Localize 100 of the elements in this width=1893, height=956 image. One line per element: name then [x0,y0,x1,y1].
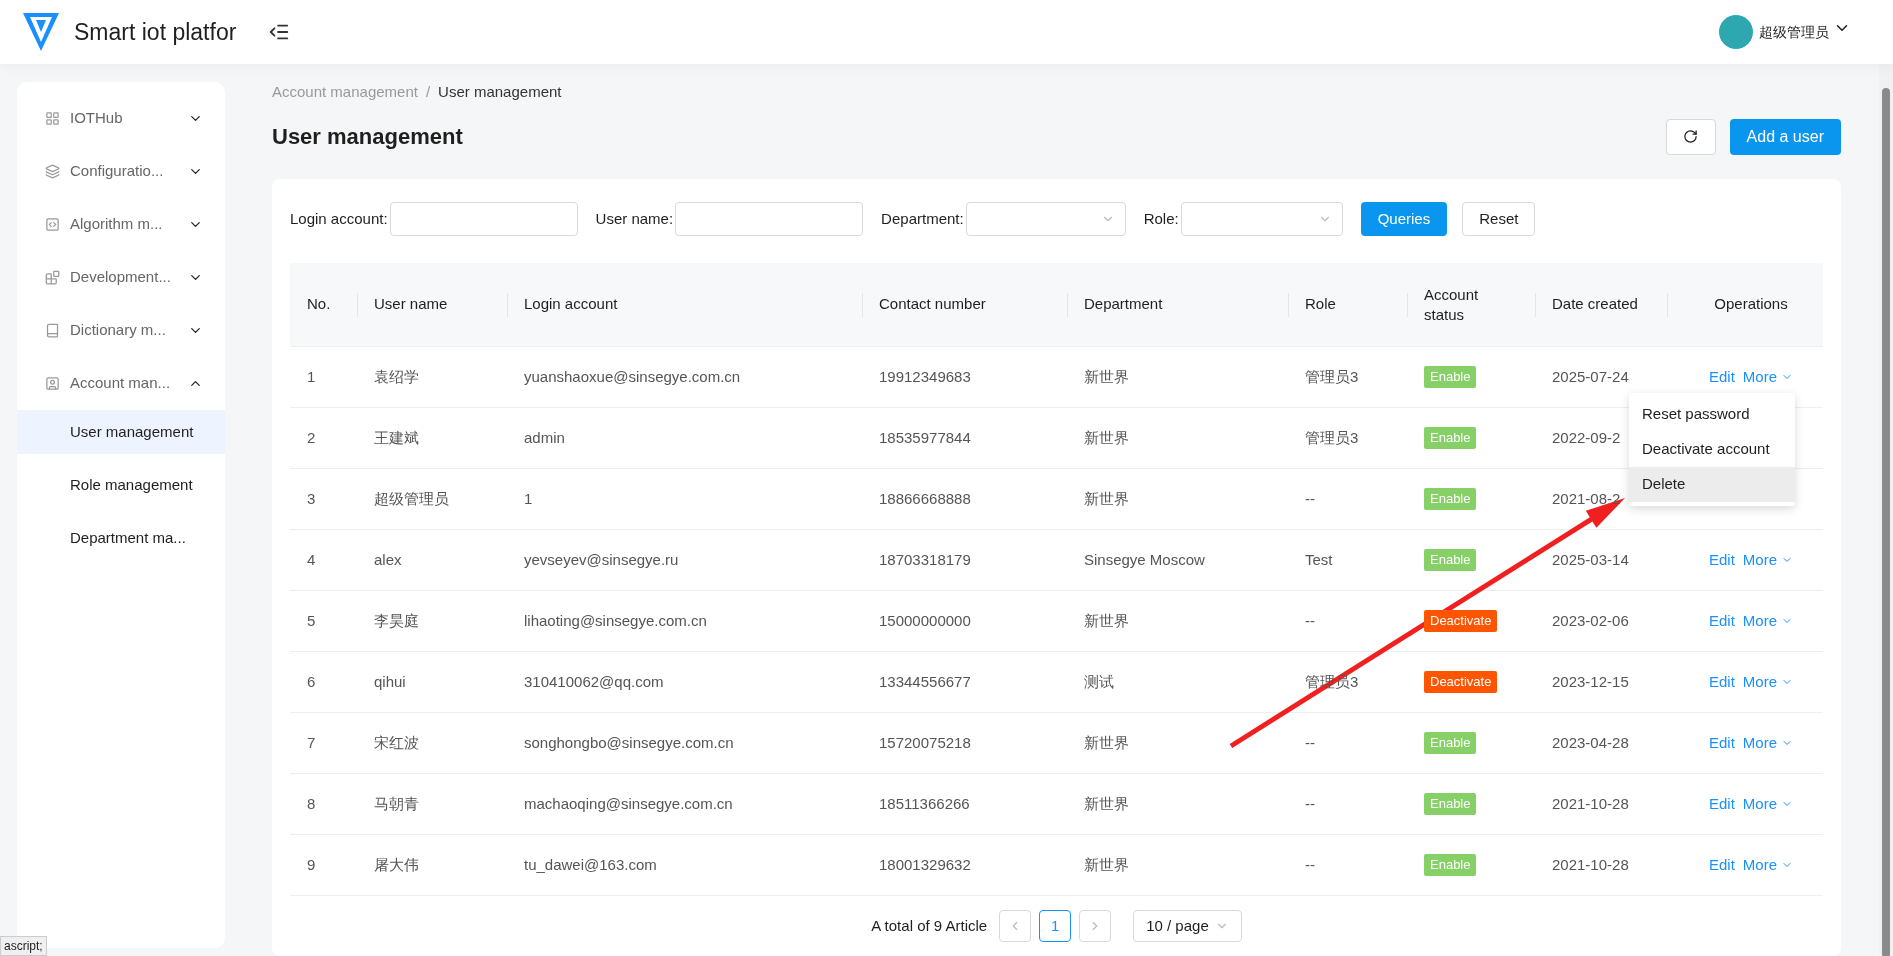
edit-link[interactable]: Edit [1708,853,1735,877]
table-cell-text: -- [1305,610,1315,631]
breadcrumb-item[interactable]: Account management [272,80,418,104]
more-link[interactable]: More [1742,670,1793,694]
select-field[interactable] [965,202,1126,236]
table-cell-text: 屠大伟 [374,854,419,875]
input-field[interactable] [389,202,578,236]
table-cell-text: 新世界 [1084,732,1129,753]
logo-icon [22,12,60,52]
sidebar-subitem[interactable]: User management [17,410,225,454]
scrollbar[interactable] [1879,64,1893,956]
menu-item[interactable]: Delete [1629,467,1795,502]
table-cell-text: 2025-03-14 [1552,549,1629,570]
table-cell-text: qihui [374,671,406,692]
status-tag: Enable [1424,488,1477,510]
filter-label: Department: [881,208,964,229]
table-cell-text: 袁绍学 [374,366,419,387]
table-cell-text: 19912349683 [879,366,971,387]
edit-link[interactable]: Edit [1708,365,1735,389]
table-cell-text: lihaoting@sinsegye.com.cn [524,610,707,631]
status-tag: Deactivate [1424,610,1498,632]
more-link[interactable]: More [1742,853,1793,877]
user-name[interactable]: 超级管理员 [1759,21,1829,43]
table-cell-text: 13344556677 [879,671,971,692]
table-cell-text: 测试 [1084,671,1114,692]
edit-link[interactable]: Edit [1708,670,1735,694]
table-cell-text: yuanshaoxue@sinsegye.com.cn [524,366,741,387]
table-cell-text: 2023-04-28 [1552,732,1629,753]
table-cell-text: 18001329632 [879,854,971,875]
sidebar-item[interactable]: IOTHub [17,92,225,145]
table-cell-text: 管理员3 [1305,366,1359,387]
table-cell-text: 1 [524,488,533,509]
edit-link[interactable]: Edit [1708,548,1735,572]
reset-button[interactable]: Reset [1462,202,1536,236]
menu-item-icon [45,217,60,232]
status-tag: Enable [1424,549,1477,571]
filter-label: User name: [595,208,674,229]
refresh-button[interactable] [1665,118,1716,155]
sidebar-item[interactable]: Account man... [17,357,225,410]
column-header: Department [1084,294,1163,315]
table-cell-text: 15720075218 [879,732,971,753]
avatar[interactable] [1719,15,1753,49]
table-cell-text: 4 [307,549,316,570]
edit-link[interactable]: Edit [1708,792,1735,816]
table-cell-text: yevseyev@sinsegye.ru [524,549,679,570]
edit-link[interactable]: Edit [1708,731,1735,755]
more-link[interactable]: More [1742,548,1793,572]
table-cell-text: admin [524,427,565,448]
status-tag: Enable [1424,793,1477,815]
table-cell-text: 18511366266 [879,793,970,814]
menu-item[interactable]: Reset password [1629,397,1795,432]
table-cell-text: -- [1305,488,1315,509]
more-link[interactable]: More [1742,365,1793,389]
add-user-button[interactable]: Add a user [1729,118,1841,155]
edit-link[interactable]: Edit [1708,609,1735,633]
table-cell-text: 1 [307,366,316,387]
more-link[interactable]: More [1742,792,1793,816]
status-tag: Enable [1424,732,1477,754]
status-bar: ascript; [0,936,47,956]
previous-page-button[interactable] [999,910,1032,942]
status-tag: Enable [1424,854,1477,876]
table-cell-text: 2021-10-28 [1552,854,1629,875]
menu-item-icon [45,164,60,179]
table-cell-text: 2022-09-2 [1552,427,1621,448]
table-cell-text: 宋红波 [374,732,419,753]
page-title: User management [272,123,463,152]
menu-item[interactable]: Deactivate account [1629,432,1795,467]
menu-item-icon [45,111,60,126]
total-count: A total of 9 Article [871,915,988,936]
status-tag: Enable [1424,366,1477,388]
column-header: Contact number [879,294,986,315]
table-cell-text: 5 [307,610,316,631]
column-header: Login account [524,294,618,315]
table-cell-text: 新世界 [1084,366,1129,387]
page-size-select[interactable]: 10 / page [1133,910,1242,942]
table-cell-text: songhongbo@sinsegye.com.cn [524,732,734,753]
status-tag: Deactivate [1424,671,1498,693]
select-field[interactable] [1180,202,1343,236]
column-header: Account status [1424,284,1480,325]
table-cell-text: machaoqing@sinsegye.com.cn [524,793,733,814]
next-page-button[interactable] [1079,910,1112,942]
sidebar-item[interactable]: Development... [17,251,225,304]
more-link[interactable]: More [1742,609,1793,633]
input-field[interactable] [675,202,864,236]
column-header: Date created [1552,294,1638,315]
table-cell-text: 9 [307,854,316,875]
sidebar-subitem[interactable]: Role management [17,463,225,507]
menu-item-icon [45,376,60,391]
sidebar-item[interactable]: Configuratio... [17,145,225,198]
sidebar-subitem[interactable]: Department ma... [17,516,225,560]
table-cell-text: 新世界 [1084,488,1129,509]
sidebar-item[interactable]: Dictionary m... [17,304,225,357]
queries-button[interactable]: Queries [1360,202,1448,236]
refresh-icon [1683,129,1699,145]
page-button[interactable]: 1 [1039,910,1072,942]
table-cell-text: 18866668888 [879,488,971,509]
table-cell-text: 新世界 [1084,854,1129,875]
more-link[interactable]: More [1742,731,1793,755]
sidebar-item[interactable]: Algorithm m... [17,198,225,251]
table-cell-text: 18535977844 [879,427,971,448]
